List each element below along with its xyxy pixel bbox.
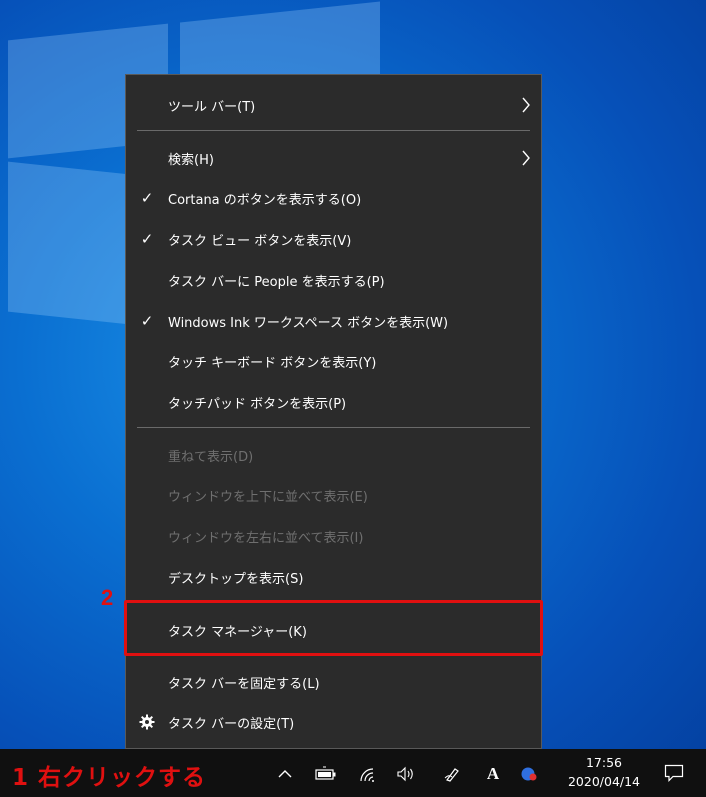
menu-separator (137, 427, 530, 428)
menu-item-label: ウィンドウを上下に並べて表示(E) (168, 489, 368, 505)
checkmark-icon: ✓ (140, 312, 154, 330)
menu-item-label: タスク バーに People を表示する(P) (168, 274, 385, 290)
menu-item-toolbars[interactable]: ツール バー(T) (126, 85, 541, 125)
menu-item-label: タスク バーを固定する(L) (168, 676, 320, 692)
menu-item-label: Windows Ink ワークスペース ボタンを表示(W) (168, 315, 449, 331)
menu-item-search[interactable]: 検索(H) (126, 138, 541, 178)
menu-item-label: ツール バー(T) (168, 99, 256, 115)
menu-separator (137, 130, 530, 131)
menu-item-label: タッチパッド ボタンを表示(P) (168, 396, 347, 412)
clock-time: 17:56 (585, 755, 623, 770)
menu-item-lock-taskbar[interactable]: タスク バーを固定する(L) (126, 662, 541, 702)
menu-item-show-people[interactable]: タスク バーに People を表示する(P) (126, 260, 541, 300)
menu-item-show-touch-keyboard[interactable]: タッチ キーボード ボタンを表示(Y) (126, 341, 541, 381)
wifi-icon[interactable] (358, 766, 378, 782)
battery-icon[interactable] (315, 766, 337, 782)
menu-item-label: 検索(H) (168, 152, 214, 168)
step-1-label: 1 右クリックする (12, 765, 207, 791)
menu-item-label: タスク バーの設定(T) (168, 716, 295, 732)
menu-item-label: 重ねて表示(D) (168, 449, 254, 465)
menu-item-label: デスクトップを表示(S) (168, 571, 304, 587)
checkmark-icon: ✓ (140, 230, 154, 248)
chevron-right-icon (522, 97, 530, 113)
menu-item-side-by-side: ウィンドウを左右に並べて表示(I) (126, 516, 541, 556)
step-2-label: 2 (101, 585, 114, 610)
menu-item-label: ウィンドウを左右に並べて表示(I) (168, 530, 364, 546)
menu-item-label: Cortana のボタンを表示する(O) (168, 192, 362, 208)
gear-icon (139, 714, 155, 730)
menu-item-show-desktop[interactable]: デスクトップを表示(S) (126, 557, 541, 597)
menu-item-show-windows-ink[interactable]: ✓ Windows Ink ワークスペース ボタンを表示(W) (126, 301, 541, 341)
clock-date: 2020/04/14 (567, 774, 641, 789)
app-icon[interactable] (520, 766, 538, 782)
notification-icon[interactable] (664, 764, 684, 782)
menu-item-show-cortana[interactable]: ✓ Cortana のボタンを表示する(O) (126, 178, 541, 218)
menu-item-label: タッチ キーボード ボタンを表示(Y) (168, 355, 377, 371)
volume-icon[interactable] (396, 766, 416, 782)
system-clock[interactable]: 17:56 2020/04/14 (556, 753, 652, 791)
task-manager-highlight (124, 600, 543, 656)
menu-item-show-touchpad[interactable]: タッチパッド ボタンを表示(P) (126, 382, 541, 422)
menu-item-label: タスク ビュー ボタンを表示(V) (168, 233, 352, 249)
chevron-right-icon (522, 150, 530, 166)
menu-item-stack: ウィンドウを上下に並べて表示(E) (126, 475, 541, 515)
ime-icon[interactable]: A (484, 765, 502, 782)
pen-icon[interactable] (443, 766, 461, 782)
menu-item-cascade: 重ねて表示(D) (126, 435, 541, 475)
chevron-up-icon[interactable] (276, 766, 294, 782)
menu-item-taskbar-settings[interactable]: タスク バーの設定(T) (126, 702, 541, 742)
menu-item-show-task-view[interactable]: ✓ タスク ビュー ボタンを表示(V) (126, 219, 541, 259)
checkmark-icon: ✓ (140, 189, 154, 207)
